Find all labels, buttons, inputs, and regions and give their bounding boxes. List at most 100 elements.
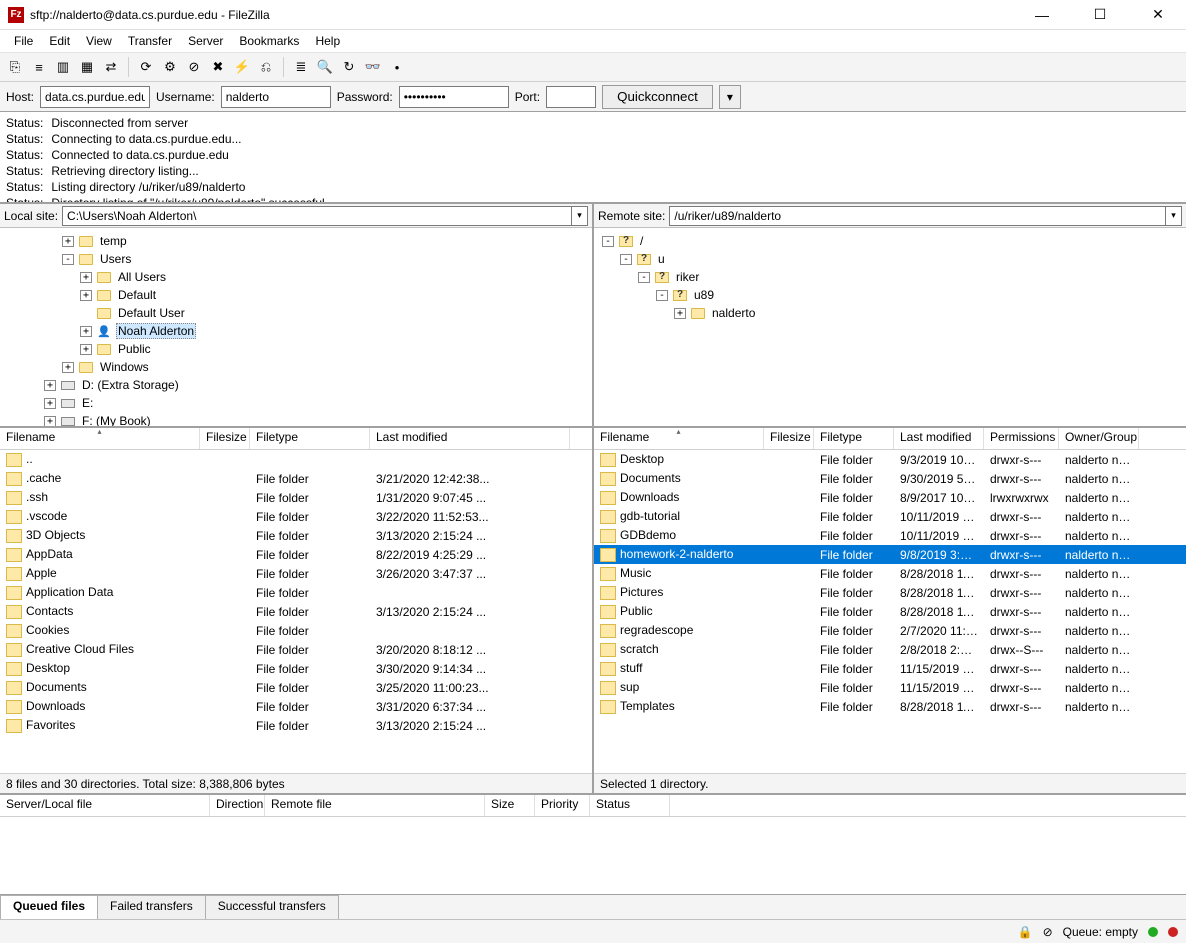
tree-expander[interactable]: + xyxy=(674,308,686,319)
file-row[interactable]: PicturesFile folder8/28/2018 11:2...drwx… xyxy=(594,583,1186,602)
file-row[interactable]: .sshFile folder1/31/2020 9:07:45 ... xyxy=(0,488,592,507)
local-path-input[interactable] xyxy=(62,206,572,226)
column-header[interactable]: Direction xyxy=(210,795,265,816)
column-header[interactable]: Filetype xyxy=(250,428,370,449)
file-row[interactable]: AppleFile folder3/26/2020 3:47:37 ... xyxy=(0,564,592,583)
tree-item[interactable]: -u xyxy=(594,250,1186,268)
tree-expander[interactable]: - xyxy=(656,290,668,301)
tree-item[interactable]: -u89 xyxy=(594,286,1186,304)
tree-expander[interactable]: + xyxy=(62,362,74,373)
reconnect-icon[interactable]: ⚡ xyxy=(231,56,253,78)
file-row[interactable]: scratchFile folder2/8/2018 2:22:5...drwx… xyxy=(594,640,1186,659)
file-row[interactable]: GDBdemoFile folder10/11/2019 3:5...drwxr… xyxy=(594,526,1186,545)
file-row[interactable]: regradescopeFile folder2/7/2020 11:13:..… xyxy=(594,621,1186,640)
disconnect-icon[interactable]: ✖ xyxy=(207,56,229,78)
tree-item[interactable]: -Users xyxy=(0,250,592,268)
file-row[interactable]: .cacheFile folder3/21/2020 12:42:38... xyxy=(0,469,592,488)
quickconnect-button[interactable]: Quickconnect xyxy=(602,85,713,109)
refresh-icon[interactable]: ⟳ xyxy=(135,56,157,78)
local-path-dropdown[interactable]: ▾ xyxy=(572,206,588,226)
file-row[interactable]: DownloadsFile folder8/9/2017 10:56:...lr… xyxy=(594,488,1186,507)
menu-help[interactable]: Help xyxy=(307,32,348,50)
tree-expander[interactable]: - xyxy=(638,272,650,283)
tree-item[interactable]: +Public xyxy=(0,340,592,358)
menu-view[interactable]: View xyxy=(78,32,120,50)
maximize-button[interactable]: ☐ xyxy=(1080,1,1120,29)
remote-file-list[interactable]: Filename▴FilesizeFiletypeLast modifiedPe… xyxy=(594,428,1186,773)
local-file-list[interactable]: Filename▴FilesizeFiletypeLast modified .… xyxy=(0,428,592,773)
queue-tab[interactable]: Successful transfers xyxy=(205,895,339,919)
menu-bookmarks[interactable]: Bookmarks xyxy=(231,32,307,50)
binoculars-icon[interactable]: • xyxy=(386,56,408,78)
sync-browse-icon[interactable]: 🔍 xyxy=(314,56,336,78)
minimize-button[interactable]: — xyxy=(1022,1,1062,29)
message-log[interactable]: Status:Disconnected from serverStatus:Co… xyxy=(0,112,1186,204)
column-header[interactable]: Last modified xyxy=(894,428,984,449)
column-header[interactable]: Size xyxy=(485,795,535,816)
port-input[interactable] xyxy=(546,86,596,108)
tree-item[interactable]: +nalderto xyxy=(594,304,1186,322)
tree-expander[interactable]: + xyxy=(44,416,56,427)
remote-tree[interactable]: -/-u-riker-u89+nalderto xyxy=(594,228,1186,428)
file-row[interactable]: DesktopFile folder3/30/2020 9:14:34 ... xyxy=(0,659,592,678)
column-header[interactable]: Filesize xyxy=(764,428,814,449)
search-icon[interactable]: ↻ xyxy=(338,56,360,78)
tree-expander[interactable]: + xyxy=(62,236,74,247)
tree-item[interactable]: +Windows xyxy=(0,358,592,376)
remote-path-input[interactable] xyxy=(669,206,1166,226)
file-row[interactable]: Application DataFile folder xyxy=(0,583,592,602)
filter-icon[interactable]: ⎌ xyxy=(255,56,277,78)
toggle-log-icon[interactable]: ≡ xyxy=(28,56,50,78)
close-button[interactable]: ✕ xyxy=(1138,1,1178,29)
file-row[interactable]: DownloadsFile folder3/31/2020 6:37:34 ..… xyxy=(0,697,592,716)
tree-item[interactable]: -riker xyxy=(594,268,1186,286)
compare-icon[interactable]: ≣ xyxy=(290,56,312,78)
menu-edit[interactable]: Edit xyxy=(41,32,78,50)
file-row[interactable]: .vscodeFile folder3/22/2020 11:52:53... xyxy=(0,507,592,526)
tree-item[interactable]: +E: xyxy=(0,394,592,412)
column-header[interactable]: Remote file xyxy=(265,795,485,816)
column-header[interactable]: Server/Local file xyxy=(0,795,210,816)
file-row[interactable]: Creative Cloud FilesFile folder3/20/2020… xyxy=(0,640,592,659)
menu-transfer[interactable]: Transfer xyxy=(120,32,180,50)
tree-item[interactable]: +D: (Extra Storage) xyxy=(0,376,592,394)
file-row[interactable]: ContactsFile folder3/13/2020 2:15:24 ... xyxy=(0,602,592,621)
queue-tab[interactable]: Queued files xyxy=(0,895,98,919)
toggle-queue-icon[interactable]: ⇄ xyxy=(100,56,122,78)
tree-expander[interactable]: + xyxy=(80,272,92,283)
site-manager-icon[interactable]: ⎘ xyxy=(4,56,26,78)
file-row[interactable]: supFile folder11/15/2019 3:3...drwxr-s--… xyxy=(594,678,1186,697)
local-tree[interactable]: +temp-Users+All Users+DefaultDefault Use… xyxy=(0,228,592,428)
toggle-local-tree-icon[interactable]: ▥ xyxy=(52,56,74,78)
tree-item[interactable]: +Noah Alderton xyxy=(0,322,592,340)
menu-file[interactable]: File xyxy=(6,32,41,50)
column-header[interactable]: Filesize xyxy=(200,428,250,449)
file-row[interactable]: MusicFile folder8/28/2018 11:2...drwxr-s… xyxy=(594,564,1186,583)
column-header[interactable]: Status xyxy=(590,795,670,816)
file-row[interactable]: PublicFile folder8/28/2018 11:2...drwxr-… xyxy=(594,602,1186,621)
menu-server[interactable]: Server xyxy=(180,32,231,50)
tree-expander[interactable]: - xyxy=(620,254,632,265)
column-header[interactable]: Filetype xyxy=(814,428,894,449)
tree-expander[interactable]: + xyxy=(44,398,56,409)
tree-expander[interactable]: - xyxy=(62,254,74,265)
column-header[interactable]: Last modified xyxy=(370,428,570,449)
tree-item[interactable]: +temp xyxy=(0,232,592,250)
process-queue-icon[interactable]: ⚙ xyxy=(159,56,181,78)
file-row[interactable]: stuffFile folder11/15/2019 3:3...drwxr-s… xyxy=(594,659,1186,678)
queue-tab[interactable]: Failed transfers xyxy=(97,895,206,919)
tree-item[interactable]: Default User xyxy=(0,304,592,322)
tree-expander[interactable]: + xyxy=(80,326,92,337)
quickconnect-dropdown[interactable]: ▾ xyxy=(719,85,741,109)
column-header[interactable]: Filename▴ xyxy=(594,428,764,449)
file-row[interactable]: AppDataFile folder8/22/2019 4:25:29 ... xyxy=(0,545,592,564)
tree-expander[interactable]: + xyxy=(80,344,92,355)
tree-expander[interactable]: - xyxy=(602,236,614,247)
file-row[interactable]: 3D ObjectsFile folder3/13/2020 2:15:24 .… xyxy=(0,526,592,545)
file-row[interactable]: homework-2-naldertoFile folder9/8/2019 3… xyxy=(594,545,1186,564)
column-header[interactable]: Filename▴ xyxy=(0,428,200,449)
tree-expander[interactable]: + xyxy=(44,380,56,391)
remote-path-dropdown[interactable]: ▾ xyxy=(1166,206,1182,226)
file-row[interactable]: DesktopFile folder9/3/2019 10:16:...drwx… xyxy=(594,450,1186,469)
file-row[interactable]: CookiesFile folder xyxy=(0,621,592,640)
